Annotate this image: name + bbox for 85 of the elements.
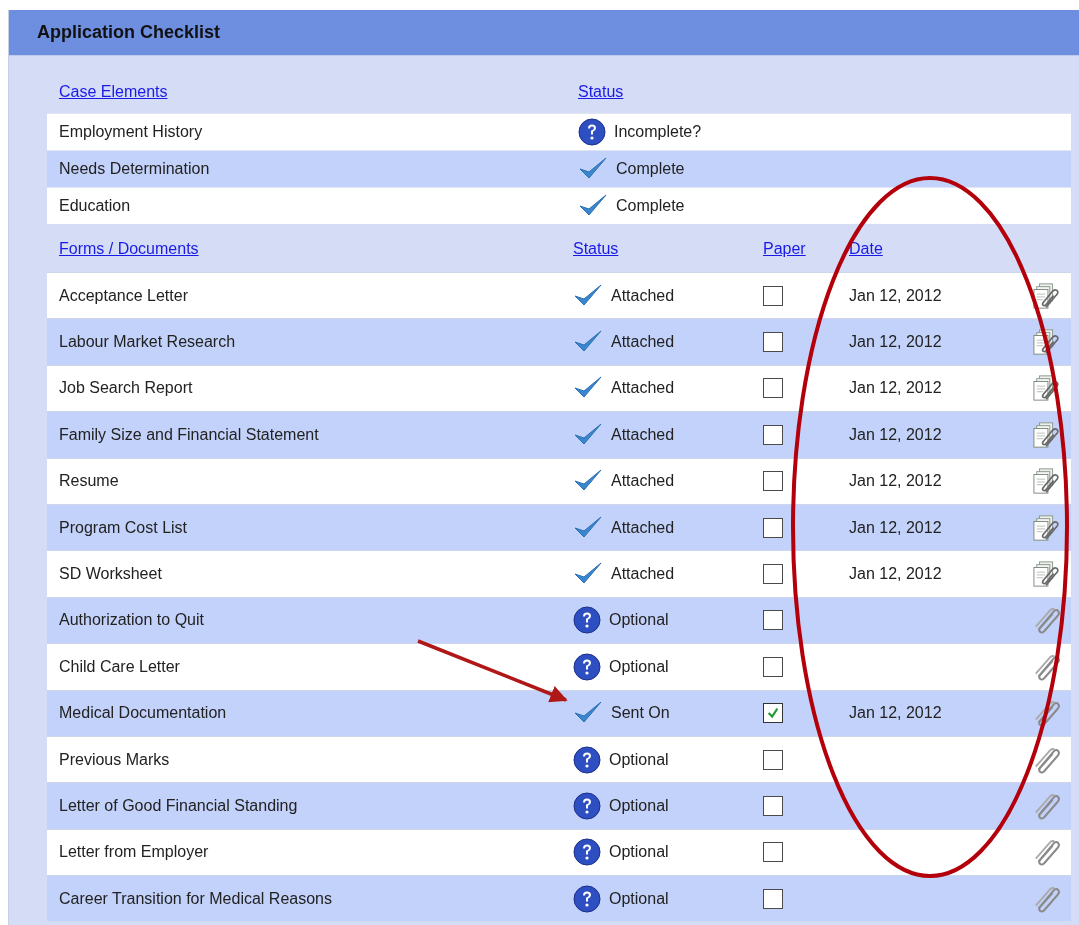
document-clip-icon[interactable]: [1033, 281, 1061, 310]
document-name: Medical Documentation: [59, 704, 227, 722]
paperclip-icon[interactable]: [1033, 699, 1061, 728]
date-text: Jan 12, 2012: [849, 565, 942, 583]
question-icon: [573, 652, 601, 681]
document-clip-icon[interactable]: [1033, 467, 1061, 496]
paper-checkbox[interactable]: [763, 610, 783, 631]
date-text: Jan 12, 2012: [849, 704, 942, 722]
tick-icon: [766, 706, 780, 721]
paperclip-icon[interactable]: [1033, 792, 1061, 820]
status-text: Optional: [609, 843, 669, 862]
paper-checkbox[interactable]: [763, 888, 783, 909]
paper-checkbox[interactable]: [763, 656, 783, 677]
paperclip-icon[interactable]: [1033, 745, 1061, 774]
document-name: Child Care Letter: [59, 657, 180, 675]
document-clip-icon[interactable]: [1033, 328, 1061, 357]
panel-title: Application Checklist: [37, 22, 221, 43]
document-name: Previous Marks: [59, 750, 170, 768]
column-header-link[interactable]: Status: [573, 240, 619, 258]
status-text: Attached: [611, 286, 675, 305]
paperclip-icon[interactable]: [1033, 606, 1061, 635]
paper-checkbox[interactable]: [763, 703, 783, 724]
question-icon: [573, 838, 601, 867]
paper-checkbox[interactable]: [763, 378, 783, 399]
paper-checkbox[interactable]: [763, 424, 783, 445]
paper-checkbox[interactable]: [763, 517, 783, 538]
paperclip-icon[interactable]: [1033, 838, 1061, 867]
paper-checkbox[interactable]: [763, 332, 783, 353]
case-element-name: Employment History: [59, 123, 203, 140]
case-element-name: Education: [59, 197, 131, 214]
document-name: Authorization to Quit: [59, 611, 204, 629]
column-header-link[interactable]: Status: [578, 83, 624, 101]
status-text: Attached: [611, 518, 675, 537]
document-name: Family Size and Financial Statement: [59, 425, 319, 443]
column-header-link[interactable]: Date: [849, 240, 883, 257]
question-icon: [573, 745, 601, 774]
status-text: Sent On: [611, 704, 670, 723]
status-text: Optional: [609, 657, 669, 676]
status-text: Attached: [611, 379, 675, 398]
status-text: Optional: [609, 750, 669, 769]
question-icon: [573, 792, 601, 820]
column-header-link[interactable]: Case Elements: [59, 83, 168, 100]
status-text: Attached: [611, 472, 675, 491]
document-name: Letter from Employer: [59, 843, 209, 861]
document-name: Acceptance Letter: [59, 286, 188, 304]
question-icon: [578, 118, 606, 146]
document-name: Letter of Good Financial Standing: [59, 797, 298, 814]
status-text: Incomplete?: [614, 123, 702, 141]
paper-checkbox[interactable]: [763, 471, 783, 492]
document-name: Program Cost List: [59, 518, 188, 536]
status-text: Optional: [609, 889, 669, 908]
document-name: SD Worksheet: [59, 565, 162, 583]
column-header-link[interactable]: Paper: [763, 240, 806, 258]
document-clip-icon[interactable]: [1033, 420, 1061, 449]
document-name: Job Search Report: [59, 379, 193, 397]
document-name: Career Transition for Medical Reasons: [59, 889, 332, 907]
paper-checkbox[interactable]: [763, 796, 783, 816]
document-clip-icon[interactable]: [1033, 513, 1061, 542]
date-text: Jan 12, 2012: [849, 379, 942, 397]
paper-checkbox[interactable]: [763, 564, 783, 585]
question-icon: [573, 606, 601, 635]
paperclip-icon[interactable]: [1033, 652, 1061, 681]
date-text: Jan 12, 2012: [849, 518, 942, 536]
paper-checkbox[interactable]: [763, 285, 783, 306]
status-text: Optional: [609, 797, 669, 815]
date-text: Jan 12, 2012: [849, 286, 942, 304]
status-text: Optional: [609, 611, 669, 630]
paper-checkbox[interactable]: [763, 842, 783, 863]
document-clip-icon[interactable]: [1033, 560, 1061, 589]
question-icon: [573, 884, 601, 913]
document-name: Resume: [59, 472, 119, 490]
paperclip-icon[interactable]: [1033, 884, 1061, 913]
status-text: Complete: [616, 160, 685, 178]
status-text: Attached: [611, 333, 675, 352]
status-text: Attached: [611, 425, 675, 444]
document-name: Labour Market Research: [59, 333, 236, 351]
document-clip-icon[interactable]: [1033, 374, 1061, 403]
column-header-link[interactable]: Forms / Documents: [59, 240, 199, 257]
date-text: Jan 12, 2012: [849, 425, 942, 443]
date-text: Jan 12, 2012: [849, 333, 942, 351]
status-text: Attached: [611, 565, 675, 584]
date-text: Jan 12, 2012: [849, 472, 942, 490]
status-text: Complete: [616, 197, 685, 215]
case-element-name: Needs Determination: [59, 160, 210, 177]
paper-checkbox[interactable]: [763, 749, 783, 770]
